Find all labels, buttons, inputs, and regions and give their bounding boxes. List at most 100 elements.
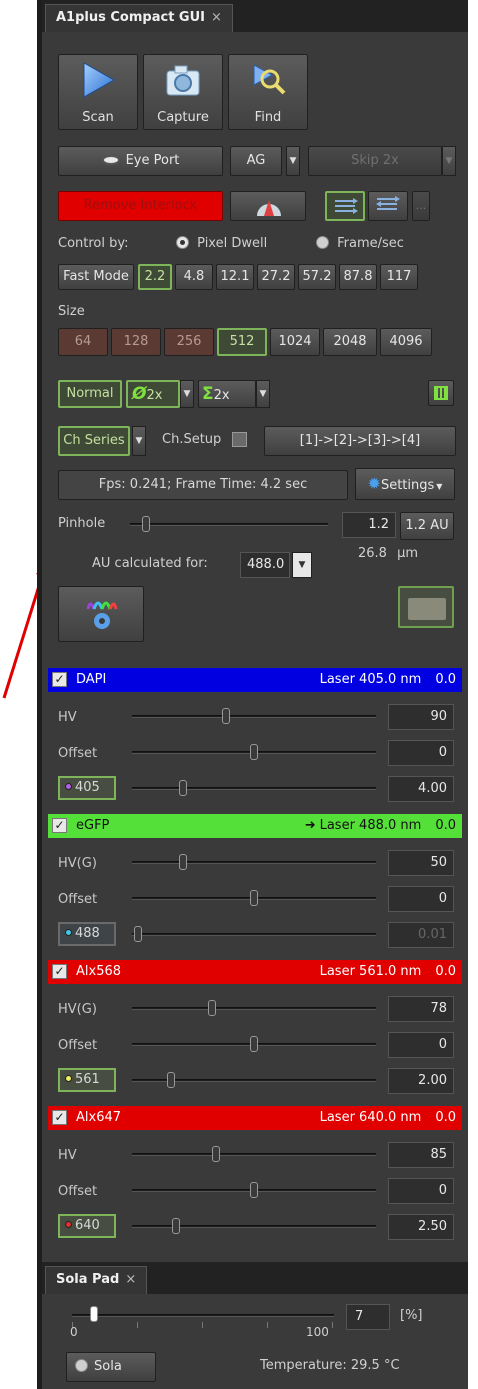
line-average-dropdown[interactable]: ▼ [180, 380, 194, 408]
dwell-option[interactable]: 87.8 [339, 264, 377, 290]
channel-slider-track[interactable] [132, 787, 376, 790]
channel-value-field[interactable]: 0 [388, 1178, 454, 1204]
sola-slider[interactable] [72, 1300, 342, 1340]
scan-direction-round-trip-button[interactable] [368, 191, 408, 221]
channel-value-field[interactable]: 0 [388, 740, 454, 766]
scan-button[interactable]: Scan [58, 54, 138, 130]
channel-slider-handle[interactable] [172, 1218, 181, 1234]
channel-slider-handle[interactable] [167, 1072, 176, 1088]
close-icon[interactable]: × [125, 1272, 136, 1287]
channel-value-field[interactable]: 2.00 [388, 1068, 454, 1094]
laser-toggle-button[interactable]: 640 [58, 1214, 116, 1238]
dwell-option[interactable]: 4.8 [175, 264, 213, 290]
roi-button[interactable] [428, 380, 454, 406]
remove-interlock-button[interactable]: Remove Interlock [58, 191, 223, 221]
size-option[interactable]: 64 [58, 328, 108, 356]
integrate-button[interactable]: Σ2x [198, 380, 256, 408]
pinhole-au-label: 1.2 AU [405, 518, 449, 533]
channel-value-field[interactable]: 0 [388, 1032, 454, 1058]
channel-value-field[interactable]: 0 [388, 886, 454, 912]
laser-dot-icon [65, 1075, 72, 1082]
channel-value-field[interactable]: 0.01 [388, 922, 454, 948]
channel-slider-track[interactable] [132, 715, 376, 718]
line-average-button[interactable]: Ø2x [126, 380, 180, 408]
laser-toggle-button[interactable]: 405 [58, 776, 116, 800]
fast-mode-button[interactable]: Fast Mode [58, 264, 134, 290]
ch-setup-checkbox[interactable] [232, 432, 247, 447]
channel-slider-track[interactable] [132, 1225, 376, 1228]
find-button[interactable]: Find [228, 54, 308, 130]
dwell-option[interactable]: 57.2 [298, 264, 336, 290]
channel-checkbox[interactable]: ✓ [52, 818, 67, 833]
channel-sequence-button[interactable]: [1]->[2]->[3]->[4] [264, 426, 456, 456]
dwell-option[interactable]: 12.1 [216, 264, 254, 290]
sola-value-field[interactable]: 7 [346, 1304, 390, 1330]
laser-toggle-button[interactable]: 488 [58, 922, 116, 946]
pinhole-value-field[interactable]: 1.2 [342, 512, 396, 538]
size-option[interactable]: 1024 [270, 328, 320, 356]
ag-button[interactable]: AG [230, 146, 282, 176]
channel-slider-handle[interactable] [207, 1000, 216, 1016]
sola-pad-tab[interactable]: Sola Pad × [45, 1266, 148, 1294]
scan-direction-one-way-button[interactable] [325, 191, 365, 221]
size-option[interactable]: 512 [217, 328, 267, 356]
eye-port-button[interactable]: Eye Port [58, 146, 223, 176]
ag-dropdown[interactable]: ▼ [286, 146, 300, 176]
channel-slider-track[interactable] [132, 1153, 376, 1156]
size-option[interactable]: 2048 [323, 328, 377, 356]
frame-sec-radio[interactable]: Frame/sec [316, 236, 404, 251]
dwell-option[interactable]: 2.2 [138, 264, 172, 290]
channel-slider-handle[interactable] [250, 744, 258, 760]
channel-value-field[interactable]: 90 [388, 704, 454, 730]
dwell-option[interactable]: 27.2 [257, 264, 295, 290]
compact-gui-panel: A1plus Compact GUI × Scan Capture Find Ey… [42, 0, 468, 1389]
channel-slider-handle[interactable] [250, 890, 258, 906]
channel-value-field[interactable]: 85 [388, 1142, 454, 1168]
optical-config-button[interactable] [58, 586, 144, 642]
channel-checkbox[interactable]: ✓ [52, 672, 67, 687]
size-option[interactable]: 128 [111, 328, 161, 356]
integrate-dropdown[interactable]: ▼ [256, 380, 270, 408]
au-calc-select[interactable]: 488.0 [240, 552, 290, 578]
channel-checkbox[interactable]: ✓ [52, 1110, 67, 1125]
pinhole-slider-handle[interactable] [142, 516, 150, 532]
channel-slider-track[interactable] [132, 1007, 376, 1010]
channel-value-field[interactable]: 78 [388, 996, 454, 1022]
size-option[interactable]: 4096 [380, 328, 432, 356]
capture-button[interactable]: Capture [143, 54, 223, 130]
channel-slider-track[interactable] [132, 933, 376, 936]
channel-slider-track[interactable] [132, 861, 376, 864]
ch-series-dropdown[interactable]: ▼ [132, 426, 146, 456]
pinhole-au-button[interactable]: 1.2 AU [400, 512, 454, 540]
channel-slider-handle[interactable] [179, 780, 188, 796]
channel-value-field[interactable]: 4.00 [388, 776, 454, 802]
channel-slider-handle[interactable] [134, 926, 143, 942]
channel-slider-handle[interactable] [250, 1036, 258, 1052]
sola-slider-handle[interactable] [89, 1306, 98, 1322]
size-option[interactable]: 256 [164, 328, 214, 356]
more-button[interactable]: ... [412, 191, 430, 221]
remove-interlock-label: Remove Interlock [83, 198, 198, 213]
normal-button[interactable]: Normal [58, 380, 122, 408]
pixel-dwell-radio[interactable]: Pixel Dwell [176, 236, 267, 251]
channel-slider-handle[interactable] [221, 708, 230, 724]
laser-warning-button[interactable] [230, 191, 306, 221]
dwell-option[interactable]: 117 [380, 264, 418, 290]
channel-slider-handle[interactable] [179, 854, 188, 870]
channel-value-field[interactable]: 50 [388, 850, 454, 876]
ch-series-button[interactable]: Ch Series [58, 426, 130, 456]
channel-slider-handle[interactable] [250, 1182, 258, 1198]
skip-button[interactable]: Skip 2x [308, 146, 442, 176]
channel-checkbox[interactable]: ✓ [52, 964, 67, 979]
settings-button[interactable]: ✹Settings ▼ [355, 468, 455, 500]
au-calc-dropdown[interactable]: ▼ [292, 552, 312, 578]
close-icon[interactable]: × [211, 10, 222, 25]
channel-slider-handle[interactable] [212, 1146, 221, 1162]
sola-button[interactable]: Sola [66, 1352, 156, 1382]
laser-toggle-button[interactable]: 561 [58, 1068, 116, 1092]
channel-value-field[interactable]: 2.50 [388, 1214, 454, 1240]
pinhole-slider-track[interactable] [130, 523, 328, 526]
scan-counter-button[interactable] [398, 586, 454, 628]
skip-dropdown[interactable]: ▼ [442, 146, 456, 176]
compact-gui-tab[interactable]: A1plus Compact GUI × [45, 4, 233, 32]
